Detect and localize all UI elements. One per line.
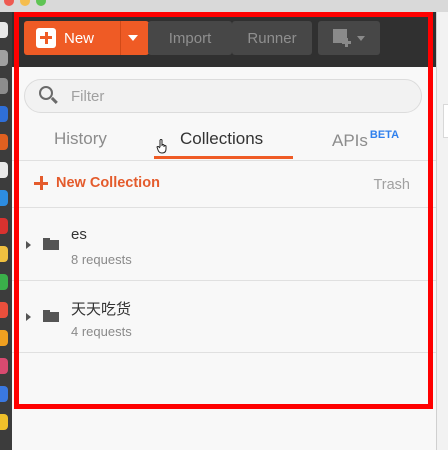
sidebar-tabs: History Collections APIs BETA [12, 119, 436, 161]
caret-down-icon [357, 35, 365, 41]
dock-app-icon[interactable] [0, 50, 8, 66]
zoom-window-button[interactable] [36, 0, 46, 6]
new-button-divider [120, 21, 121, 55]
dock-app-icon[interactable] [0, 386, 8, 402]
new-collection-button[interactable]: New Collection [34, 175, 160, 191]
plus-icon [36, 28, 56, 48]
dock-app-icon[interactable] [0, 358, 8, 374]
dock-app-icon[interactable] [0, 274, 8, 290]
dock-app-icon[interactable] [0, 22, 8, 38]
plus-icon [34, 176, 48, 190]
active-tab-indicator [154, 156, 293, 159]
new-collection-label: New Collection [56, 175, 160, 191]
new-window-button[interactable] [318, 21, 380, 55]
tab-apis[interactable]: APIs BETA [332, 129, 399, 151]
folder-icon [43, 238, 59, 250]
search-icon [39, 86, 59, 106]
new-button[interactable]: New [24, 21, 149, 55]
new-window-icon [333, 29, 351, 47]
dock-strip [0, 12, 12, 450]
runner-button[interactable]: Runner [232, 21, 312, 55]
collection-name: es [71, 226, 87, 243]
collection-item[interactable]: 天天吃货 4 requests [12, 281, 436, 353]
dock-app-icon[interactable] [0, 190, 8, 206]
dock-app-icon[interactable] [0, 302, 8, 318]
top-toolbar: New Import Runner [12, 12, 436, 67]
dock-app-icon[interactable] [0, 78, 8, 94]
main-pane-edge [436, 12, 448, 450]
dock-app-icon[interactable] [0, 414, 8, 430]
dock-app-icon[interactable] [0, 106, 8, 122]
filter-input[interactable] [71, 87, 371, 105]
beta-badge: BETA [369, 129, 400, 141]
collection-name: 天天吃货 [71, 301, 132, 318]
tab-history[interactable]: History [54, 129, 107, 149]
dock-app-icon[interactable] [0, 218, 8, 234]
tab-collections[interactable]: Collections [180, 129, 263, 149]
collection-request-count: 4 requests [71, 324, 132, 339]
filter-field[interactable] [24, 79, 422, 113]
folder-icon [43, 310, 59, 322]
dock-app-icon[interactable] [0, 330, 8, 346]
tab-apis-label: APIs [332, 131, 368, 150]
pointer-cursor-icon [156, 139, 167, 154]
window-titlebar [0, 0, 448, 12]
caret-right-icon[interactable] [26, 241, 31, 249]
new-button-label: New [64, 29, 95, 47]
collection-item[interactable]: es 8 requests [12, 209, 436, 281]
sidebar: History Collections APIsBETA New Collect… [12, 67, 436, 450]
app-window: New Import Runner History Collections AP… [0, 0, 448, 450]
import-button[interactable]: Import [148, 21, 232, 55]
trash-button[interactable]: Trash [373, 177, 410, 193]
main-pane-tab[interactable] [443, 104, 448, 138]
dock-app-icon[interactable] [0, 162, 8, 178]
close-window-button[interactable] [4, 0, 14, 6]
collection-request-count: 8 requests [71, 252, 132, 267]
dock-app-icon[interactable] [0, 134, 8, 150]
caret-down-icon[interactable] [128, 35, 138, 41]
caret-right-icon[interactable] [26, 313, 31, 321]
dock-app-icon[interactable] [0, 246, 8, 262]
minimize-window-button[interactable] [20, 0, 30, 6]
collections-actions: New Collection Trash [12, 162, 436, 208]
